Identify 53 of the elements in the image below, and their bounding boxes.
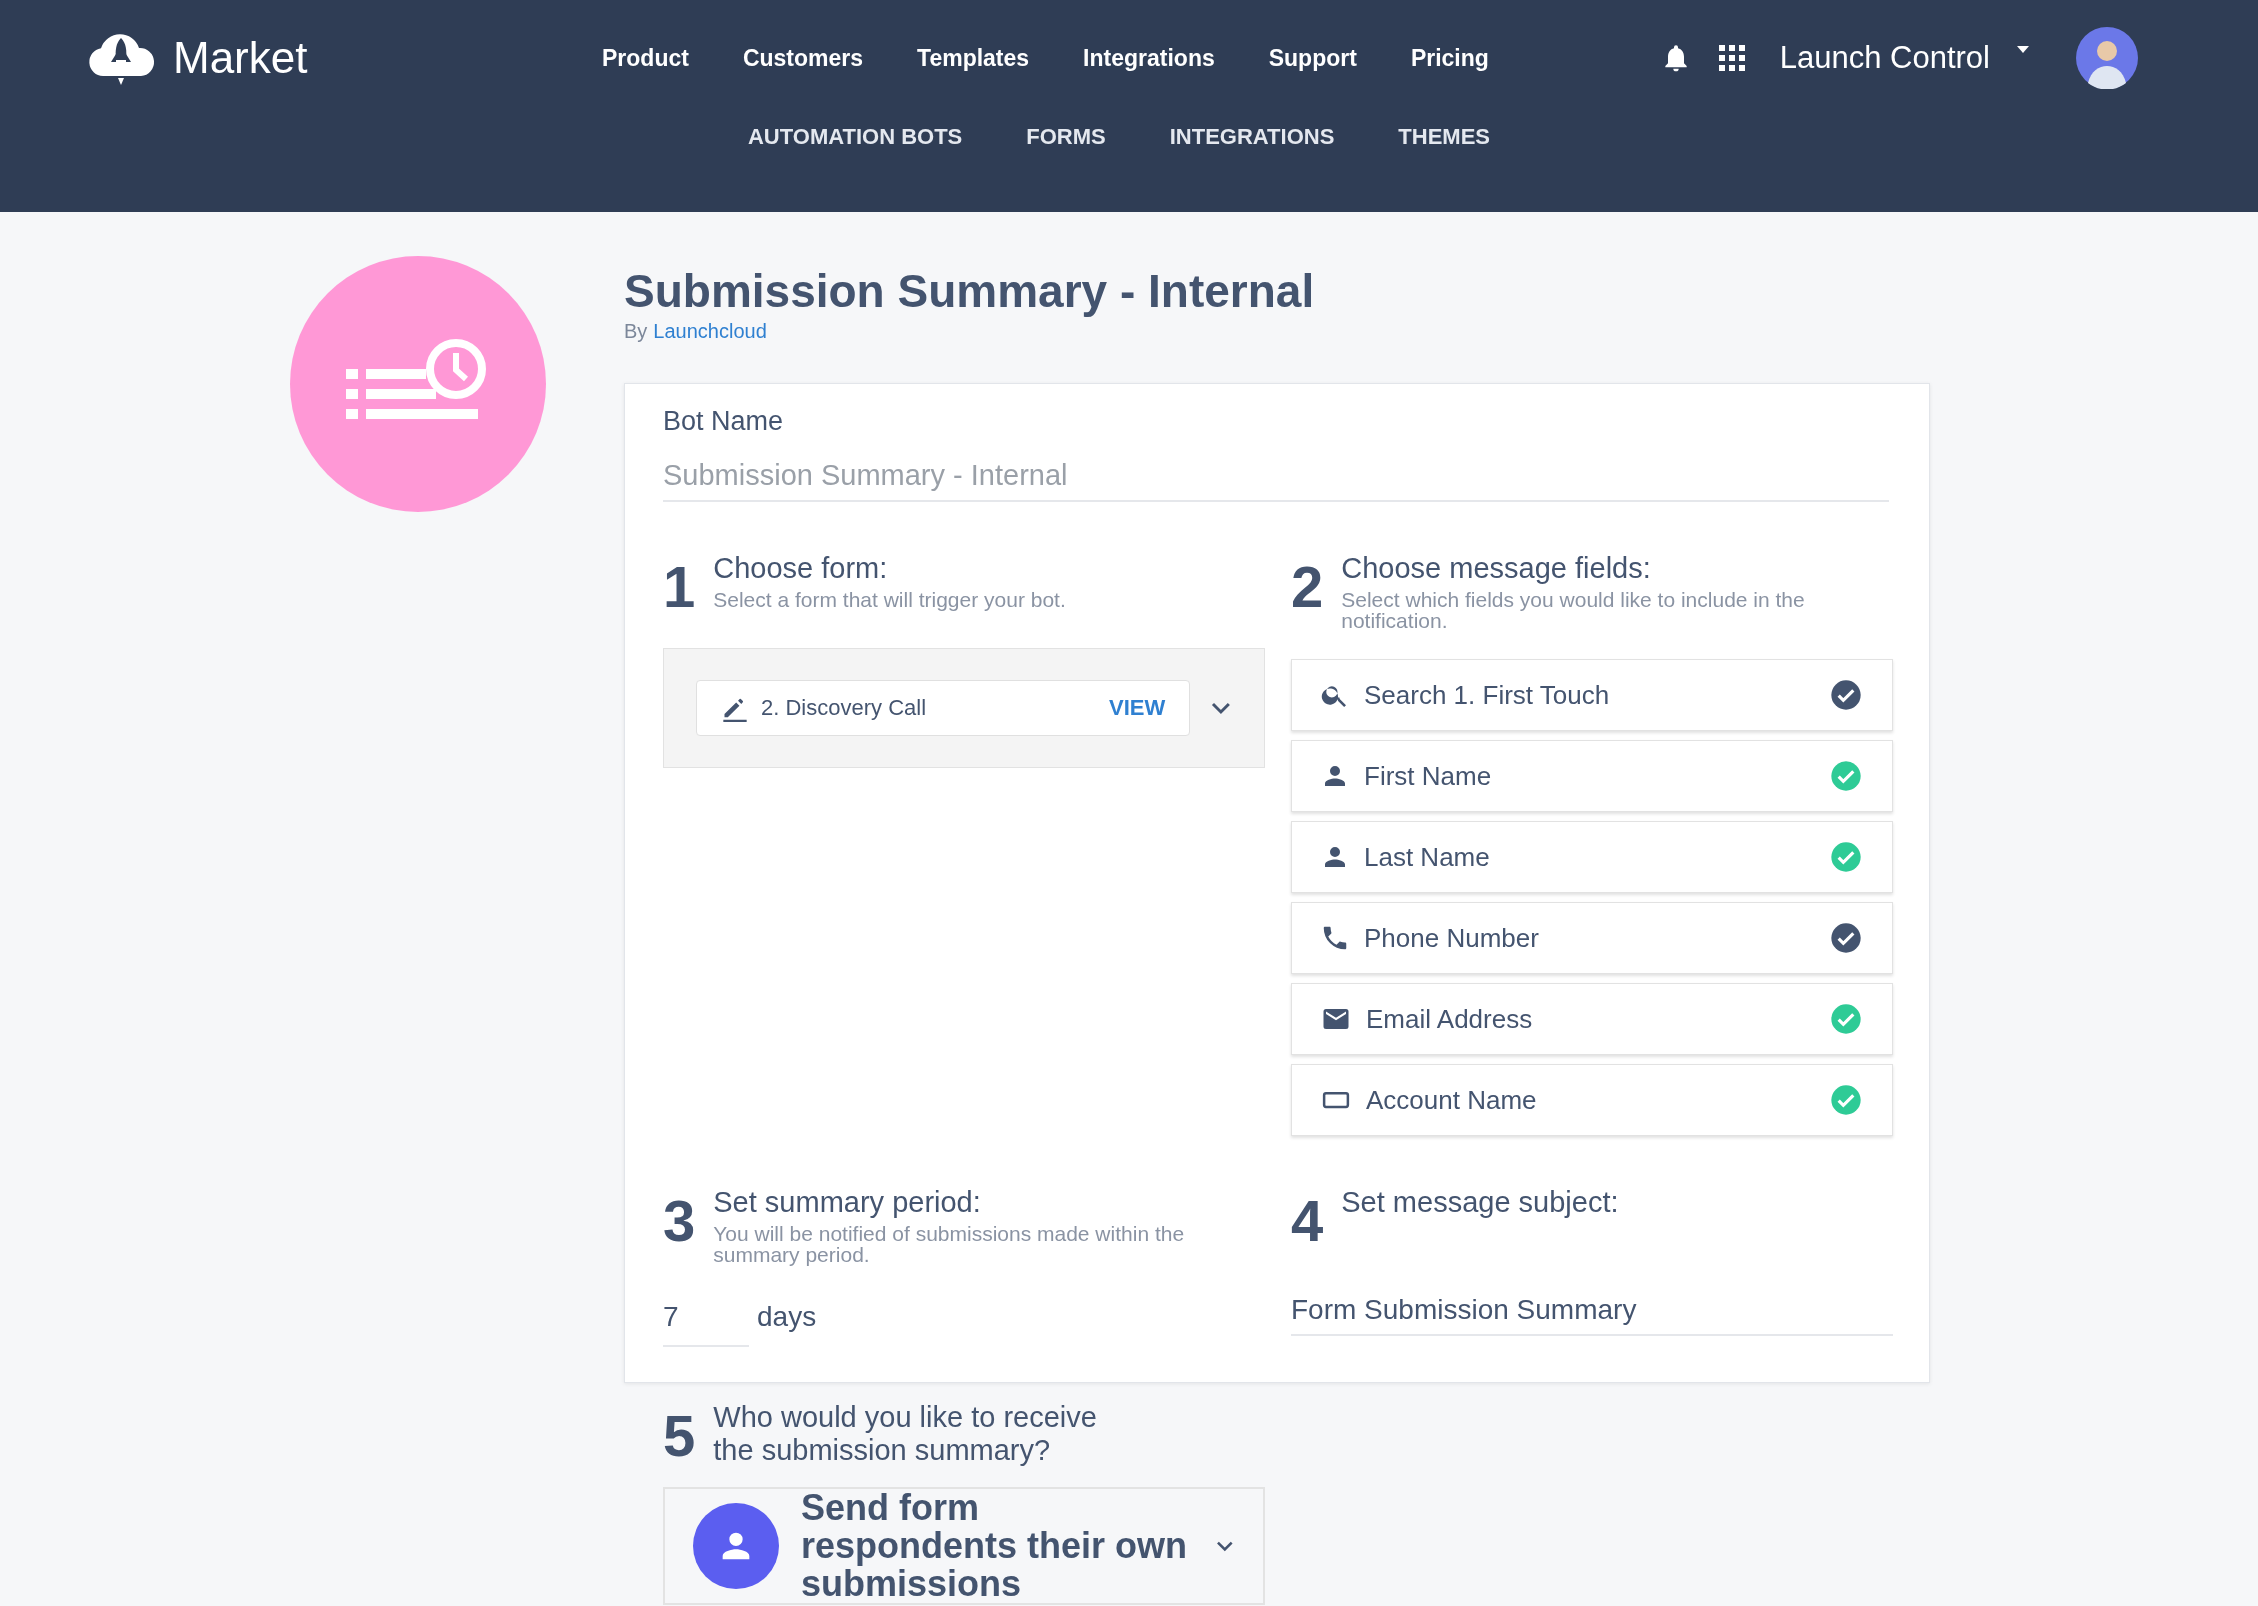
field-name: Phone Number (1364, 922, 1540, 954)
step-description: Select a form that will trigger your bot. (713, 589, 1066, 610)
step-description: You will be notified of submissions made within the summary period. (713, 1223, 1186, 1265)
message-field-row[interactable]: Search 1. First Touch (1291, 659, 1893, 731)
chevron-down-icon (1215, 1540, 1235, 1552)
step-title: Who would you like to receive the submission summary? (713, 1401, 1098, 1467)
step-title: Choose form: (713, 552, 889, 585)
subject-field[interactable]: Form Submission Summary (1291, 1250, 1893, 1336)
step-title: Set message subject: (1341, 1186, 1619, 1219)
message-field-row[interactable]: Account Name (1291, 1064, 1893, 1136)
subnav-link[interactable]: AUTOMATION BOTS (748, 124, 963, 150)
field-label: Bot Name (663, 406, 785, 437)
form-select[interactable]: 2. Discovery Call VIEW (696, 680, 1191, 736)
days-field[interactable]: 7 (663, 1293, 749, 1347)
form-name: 2. Discovery Call (761, 695, 928, 721)
logo-text: Market (173, 33, 308, 83)
field-name: Email Address (1366, 1003, 1534, 1035)
recipient-select[interactable]: Send form respondents their own submissions (663, 1487, 1265, 1605)
step-number: 2 (1291, 553, 1324, 616)
author-link[interactable]: Launchcloud (653, 320, 767, 342)
field-name: First Name (1364, 760, 1493, 792)
subnav-link[interactable]: THEMES (1398, 124, 1490, 150)
message-field-row[interactable]: Last Name (1291, 821, 1893, 893)
message-field-row[interactable]: Email Address (1291, 983, 1893, 1055)
subnav-link[interactable]: INTEGRATIONS (1169, 124, 1335, 150)
account-name[interactable]: Launch Control (1779, 40, 1990, 76)
nav-link[interactable]: Support (1268, 44, 1357, 72)
field-name: Search 1. First Touch (1364, 679, 1611, 711)
step-number: 1 (663, 553, 696, 616)
field-name: Last Name (1364, 841, 1491, 873)
author-line: By Launchcloud (624, 320, 768, 343)
step-number: 5 (663, 1402, 696, 1465)
chevron-down-icon (1210, 701, 1232, 715)
subnav-link[interactable]: FORMS (1026, 124, 1106, 150)
caret-icon (2016, 45, 2030, 55)
nav-link[interactable]: Customers (742, 44, 864, 72)
step-number: 4 (1291, 1187, 1324, 1250)
unit-label: days (757, 1301, 817, 1334)
step-title: Set summary period: (713, 1186, 982, 1219)
view-link[interactable]: VIEW (1108, 695, 1166, 721)
bot-title: Submission Summary - Internal (624, 264, 1316, 318)
message-field-row[interactable]: First Name (1291, 740, 1893, 812)
message-field-row[interactable]: Phone Number (1291, 902, 1893, 974)
nav-link[interactable]: Templates (917, 44, 1030, 72)
nav-link[interactable]: Product (602, 44, 689, 72)
step-description: Select which fields you would like to include in the notification. (1341, 589, 1806, 631)
nav-link[interactable]: Integrations (1083, 44, 1215, 72)
step-title: Choose message fields: (1341, 552, 1652, 585)
nav-link[interactable]: Pricing (1410, 44, 1489, 72)
field-name: Account Name (1366, 1084, 1538, 1116)
apps-grid-icon (1717, 44, 1746, 72)
avatar-icon (2076, 27, 2138, 89)
step-number: 3 (663, 1187, 696, 1250)
